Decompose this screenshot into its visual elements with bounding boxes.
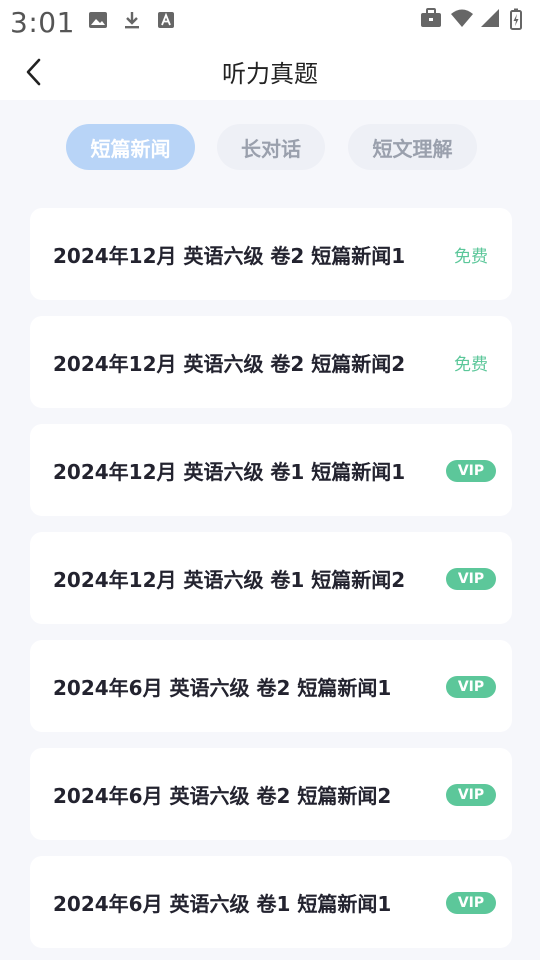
vip-badge: VIP — [446, 460, 496, 482]
item-title: 2024年6月 英语六级 卷2 短篇新闻1 — [53, 675, 392, 700]
tab-bar: 短篇新闻 长对话 短文理解 — [0, 124, 540, 172]
page-title: 听力真题 — [222, 60, 318, 88]
signal-icon — [480, 8, 500, 28]
item-title: 2024年6月 英语六级 卷2 短篇新闻2 — [53, 783, 392, 808]
list-item[interactable]: 2024年6月 英语六级 卷2 短篇新闻1 VIP — [30, 640, 512, 732]
item-title: 2024年12月 英语六级 卷1 短篇新闻1 — [53, 459, 406, 484]
free-badge: 免费 — [454, 246, 488, 267]
image-icon — [88, 10, 108, 30]
vip-badge: VIP — [446, 784, 496, 806]
tab-passage-comprehension[interactable]: 短文理解 — [348, 124, 477, 170]
item-title: 2024年12月 英语六级 卷2 短篇新闻2 — [53, 351, 406, 376]
item-title: 2024年6月 英语六级 卷1 短篇新闻1 — [53, 891, 392, 916]
vip-badge: VIP — [446, 676, 496, 698]
briefcase-icon — [420, 8, 441, 28]
tab-short-news[interactable]: 短篇新闻 — [66, 124, 195, 170]
keyboard-a-icon — [156, 10, 176, 30]
vip-badge: VIP — [446, 892, 496, 914]
list-item[interactable]: 2024年12月 英语六级 卷1 短篇新闻1 VIP — [30, 424, 512, 516]
item-title: 2024年12月 英语六级 卷1 短篇新闻2 — [53, 567, 406, 592]
list-item[interactable]: 2024年6月 英语六级 卷2 短篇新闻2 VIP — [30, 748, 512, 840]
list-item[interactable]: 2024年12月 英语六级 卷1 短篇新闻2 VIP — [30, 532, 512, 624]
list-item[interactable]: 2024年12月 英语六级 卷2 短篇新闻2 免费 — [30, 316, 512, 408]
battery-charging-icon — [510, 8, 530, 30]
list-item[interactable]: 2024年12月 英语六级 卷2 短篇新闻1 免费 — [30, 208, 512, 300]
header: 听力真题 — [0, 44, 540, 100]
item-title: 2024年12月 英语六级 卷2 短篇新闻1 — [53, 243, 406, 268]
download-icon — [122, 10, 142, 30]
status-bar: 3:01 — [0, 0, 540, 44]
status-time: 3:01 — [10, 6, 75, 39]
free-badge: 免费 — [454, 354, 488, 375]
vip-badge: VIP — [446, 568, 496, 590]
wifi-icon — [450, 8, 473, 28]
list-item[interactable]: 2024年6月 英语六级 卷1 短篇新闻1 VIP — [30, 856, 512, 948]
tab-long-dialogue[interactable]: 长对话 — [217, 124, 325, 170]
